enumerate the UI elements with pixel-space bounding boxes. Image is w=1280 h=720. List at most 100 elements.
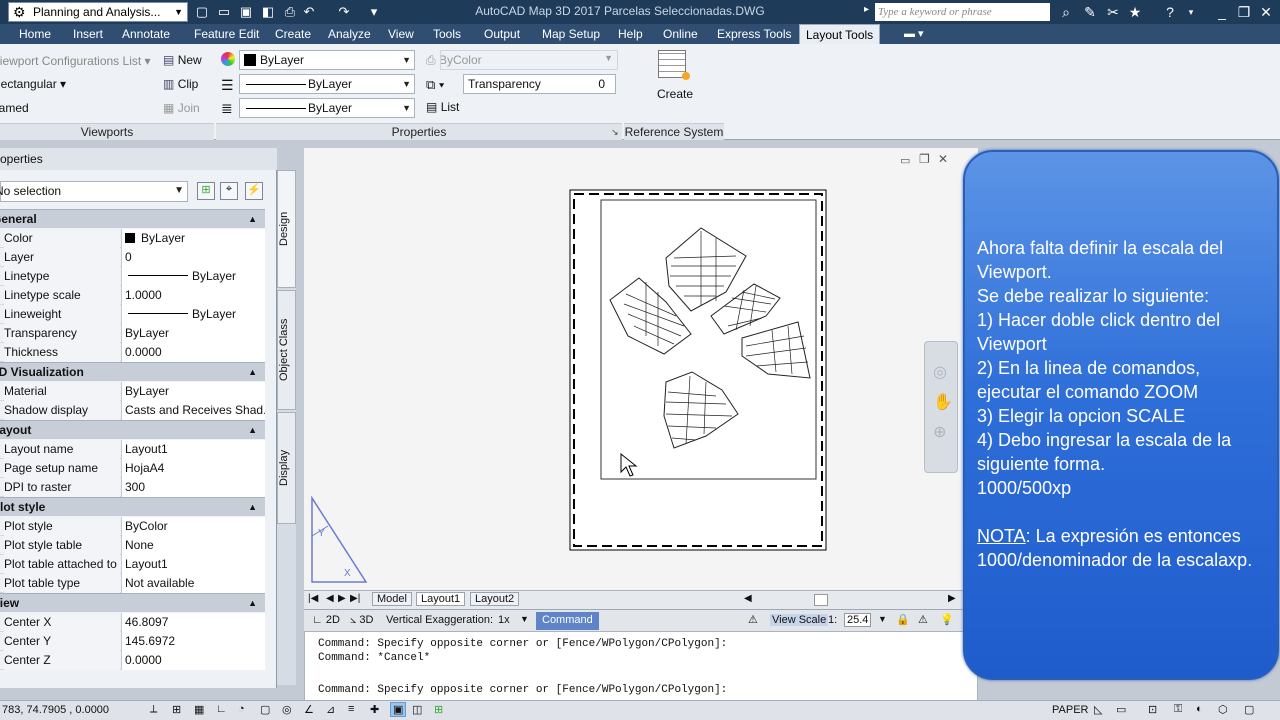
search-input[interactable]: Type a keyword or phrase: [875, 3, 1050, 21]
property-value[interactable]: ByLayer: [121, 229, 265, 248]
steering-wheel-icon[interactable]: ◎: [933, 362, 947, 382]
tools-icon[interactable]: ✂: [1103, 3, 1123, 21]
property-row[interactable]: Center X 46.8097: [0, 613, 265, 632]
property-value[interactable]: ByLayer: [121, 382, 265, 401]
3d-toggle[interactable]: ⦣ 3D: [350, 614, 373, 627]
tab-map-setup[interactable]: Map Setup: [542, 24, 600, 44]
scroll-right-icon[interactable]: ▶: [948, 593, 956, 604]
grid-icon[interactable]: ▦: [194, 703, 204, 716]
transparency-toggle-icon[interactable]: ✚: [370, 703, 379, 716]
property-row[interactable]: Plot table type Not available: [0, 574, 265, 593]
property-value[interactable]: 0: [121, 248, 265, 267]
save-as-icon[interactable]: ◧: [259, 3, 277, 21]
tab-view[interactable]: View: [388, 24, 414, 44]
communication-center-icon[interactable]: ✎: [1080, 3, 1100, 21]
viewport-close-icon[interactable]: ✕: [938, 152, 948, 166]
property-value[interactable]: Layout1: [121, 440, 265, 459]
tab-express-tools[interactable]: Express Tools: [717, 24, 791, 44]
paper-model-toggle[interactable]: PAPER: [1052, 704, 1088, 716]
view-scale-value[interactable]: 25.4: [844, 613, 872, 627]
property-row[interactable]: Layer 0: [0, 248, 265, 267]
quick-select-icon[interactable]: ⚡: [245, 182, 263, 200]
viewport-minimize-icon[interactable]: ▭: [900, 154, 910, 167]
property-value[interactable]: ByLayer: [121, 305, 265, 324]
lock-icon[interactable]: 🔒: [896, 613, 910, 626]
tab-insert[interactable]: Insert: [73, 24, 103, 44]
property-section-header[interactable]: View ▲: [0, 593, 265, 612]
property-value[interactable]: 46.8097: [121, 613, 265, 632]
tab-design[interactable]: Design: [277, 170, 296, 288]
property-row[interactable]: Plot style table None: [0, 536, 265, 555]
toolbar-lock-icon[interactable]: ⚿: [1174, 703, 1182, 716]
help-icon[interactable]: ?: [1160, 3, 1180, 21]
3d-osnap-icon[interactable]: ◫: [412, 703, 422, 716]
property-value[interactable]: ByColor: [121, 517, 265, 536]
tab-tools[interactable]: Tools: [433, 24, 461, 44]
annotation-monitor-icon[interactable]: ⊞: [434, 703, 443, 716]
property-row[interactable]: Center Y 145.6972: [0, 632, 265, 651]
layout-paper[interactable]: [566, 186, 836, 558]
collapse-icon[interactable]: ▲: [248, 498, 257, 517]
property-value[interactable]: ByLayer: [121, 324, 265, 343]
property-value[interactable]: HojaA4: [121, 459, 265, 478]
property-row[interactable]: Thickness 0.0000: [0, 343, 265, 362]
layout-tab-layout1[interactable]: Layout1: [416, 592, 466, 606]
print-icon[interactable]: ⎙: [281, 3, 299, 21]
dyn-icon[interactable]: ⊿: [326, 703, 335, 716]
property-section-header[interactable]: Plot style ▲: [0, 497, 265, 516]
restore-icon[interactable]: ❐: [1234, 3, 1254, 21]
property-row[interactable]: Center Z 0.0000: [0, 651, 265, 670]
color-combo[interactable]: ByLayer ▼: [239, 50, 415, 70]
quick-view-drawings-icon[interactable]: ▭: [1116, 703, 1126, 716]
rectangular-dropdown[interactable]: Rectangular ▾: [0, 77, 66, 91]
new-viewport-button[interactable]: ▤ New: [163, 53, 202, 67]
property-row[interactable]: Plot table attached to Layout1: [0, 555, 265, 574]
next-tab-icon[interactable]: ▶: [338, 593, 346, 604]
new-file-icon[interactable]: ▢: [193, 3, 211, 21]
layout-tab-model[interactable]: Model: [372, 592, 412, 606]
property-value[interactable]: 0.0000: [121, 651, 265, 670]
open-file-icon[interactable]: ▭: [215, 3, 233, 21]
property-row[interactable]: DPI to raster 300: [0, 478, 265, 497]
command-history[interactable]: Command: Specify opposite corner or [Fen…: [304, 631, 978, 701]
ducs-icon[interactable]: ∠: [304, 703, 314, 716]
property-section-header[interactable]: 3D Visualization ▲: [0, 362, 265, 381]
tab-help[interactable]: Help: [618, 24, 643, 44]
collapse-icon[interactable]: ▲: [248, 421, 257, 440]
property-section-header[interactable]: General ▲: [0, 209, 265, 228]
drawing-canvas[interactable]: ▭ ❐ ✕ Y X ◎ ✋ ⊕: [304, 148, 978, 608]
infer-constraints-icon[interactable]: ⟂: [150, 703, 157, 716]
panel-launcher-icon[interactable]: ↘: [611, 127, 619, 138]
ortho-icon[interactable]: ∟: [216, 703, 227, 715]
lineweight-combo[interactable]: ByLayer ▼: [239, 98, 415, 118]
quick-view-layouts-icon[interactable]: ◺: [1094, 703, 1102, 716]
lineweight-toggle-icon[interactable]: ≡: [348, 703, 354, 715]
tab-create[interactable]: Create: [275, 24, 311, 44]
list-button[interactable]: ▤ List: [426, 100, 459, 114]
property-value[interactable]: 0.0000: [121, 343, 265, 362]
selection-cycling-icon[interactable]: ▣: [390, 702, 407, 717]
property-row[interactable]: Transparency ByLayer: [0, 324, 265, 343]
tab-feature-edit[interactable]: Feature Edit: [194, 24, 259, 44]
property-row[interactable]: Lineweight ByLayer: [0, 305, 265, 324]
property-row[interactable]: Material ByLayer: [0, 382, 265, 401]
command-button[interactable]: Command: [536, 612, 599, 630]
property-value[interactable]: ByLayer: [121, 267, 265, 286]
redo-icon[interactable]: ↷: [335, 3, 353, 21]
pan-hand-icon[interactable]: ✋: [933, 392, 953, 412]
property-value[interactable]: Not available: [121, 574, 265, 593]
snap-icon[interactable]: ⊞: [172, 703, 181, 716]
hardware-acceleration-icon[interactable]: ◐: [1196, 703, 1203, 715]
save-icon[interactable]: ▣: [237, 3, 255, 21]
2d-toggle[interactable]: ∟ 2D: [312, 614, 340, 626]
property-value[interactable]: None: [121, 536, 265, 555]
tab-object-class[interactable]: Object Class: [277, 290, 296, 410]
property-value[interactable]: 300: [121, 478, 265, 497]
join-viewport-button[interactable]: ▦ Join: [163, 101, 200, 115]
prev-tab-icon[interactable]: ◀: [326, 593, 334, 604]
first-tab-icon[interactable]: |◀: [308, 593, 318, 604]
isolate-objects-icon[interactable]: ⬡: [1218, 703, 1228, 716]
polar-icon[interactable]: ◔: [238, 703, 245, 715]
toggle-pickadd-icon[interactable]: ⊞: [197, 182, 215, 200]
clean-screen-icon[interactable]: ▢: [1244, 703, 1254, 716]
